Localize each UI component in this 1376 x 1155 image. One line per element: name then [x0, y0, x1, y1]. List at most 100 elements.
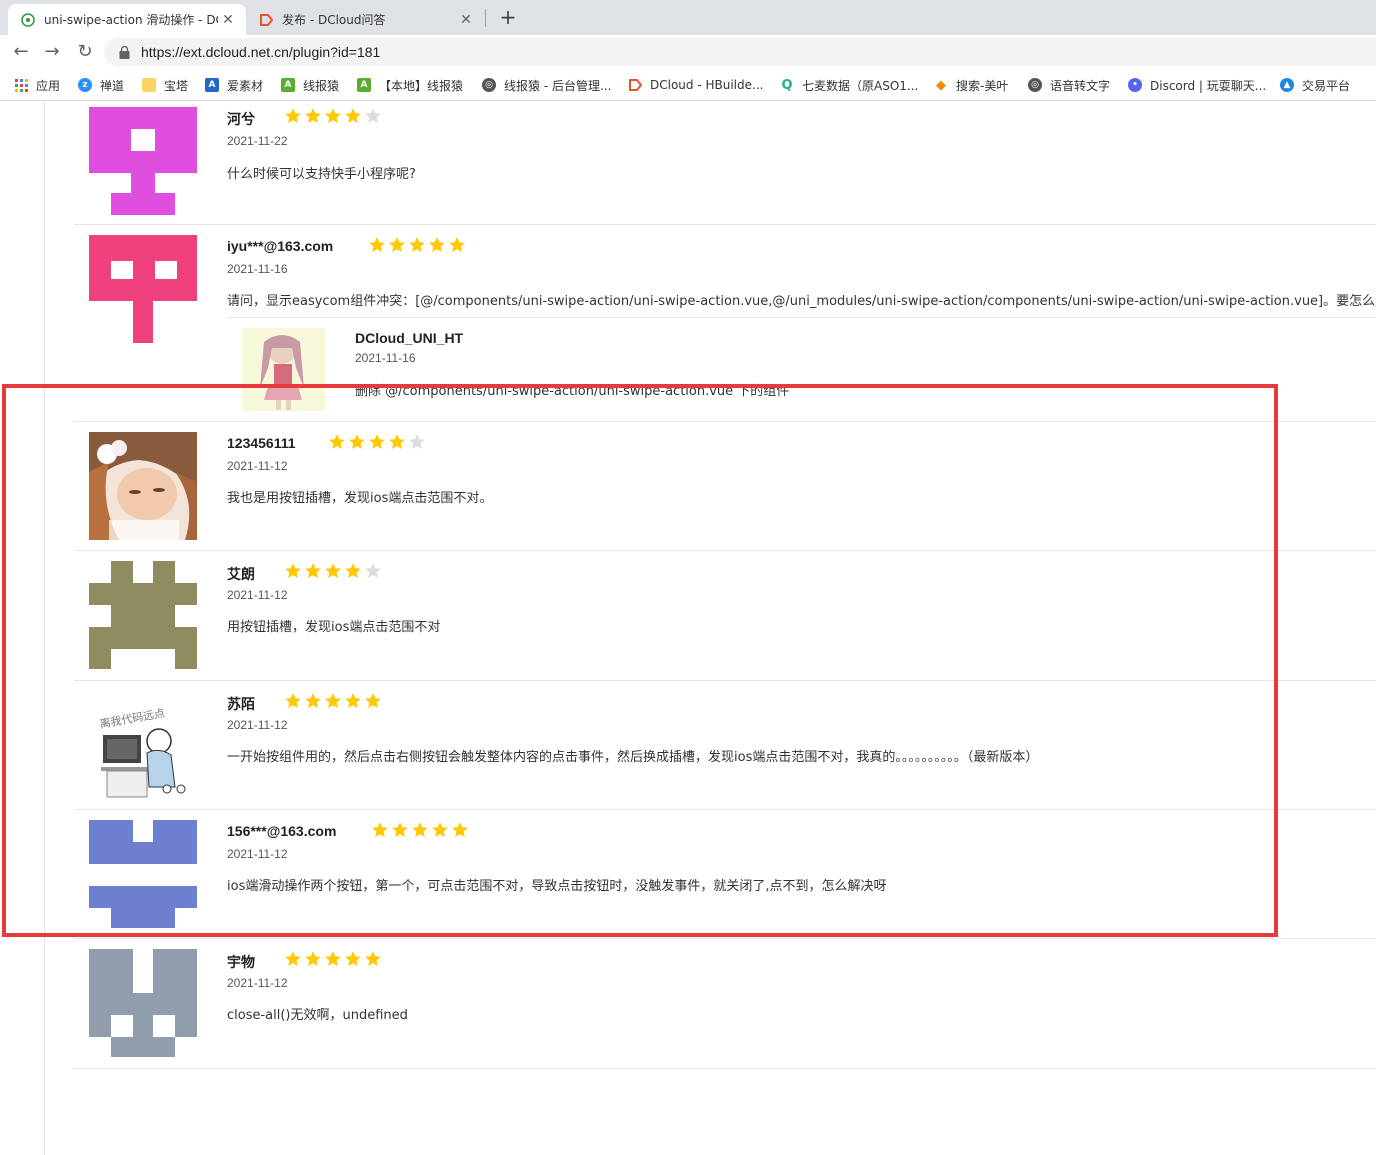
review-item: 123456111 2021-11-12 我也是用按钮插槽，发现ios端点击范围… [74, 422, 1376, 551]
reply-author: DCloud_UNI_HT [355, 330, 464, 346]
star-filled-icon [392, 822, 408, 837]
review-date: 2021-11-12 [227, 976, 288, 990]
star-rating [328, 433, 426, 451]
bookmarks-bar: 应用 z 禅道 宝塔 A 爱素材 A 线报猿 A 【本地】线报猿 ◎ 线报猿 -… [0, 69, 1376, 101]
tab-title: uni-swipe-action 滑动操作 - DC [44, 13, 218, 27]
bookmark-apps[interactable]: 应用 [14, 76, 60, 94]
bookmark-dcloud[interactable]: DCloud - HBuilde... [628, 76, 763, 94]
star-filled-icon [365, 951, 381, 966]
review-text: 什么时候可以支持快手小程序呢? [227, 167, 416, 182]
star-rating [284, 692, 382, 710]
browser-toolbar: ← → ↻ https://ext.dcloud.net.cn/plugin?i… [0, 35, 1376, 69]
close-tab-icon[interactable]: ✕ [218, 12, 238, 28]
dcloud-icon [258, 12, 274, 28]
review-item: 河兮 2021-11-22 什么时候可以支持快手小程序呢? [74, 101, 1376, 225]
review-text: ios端滑动操作两个按钮，第一个，可点击范围不对，导致点击按钮时，没触发事件，就… [227, 879, 887, 894]
bookmark-aisucai[interactable]: A 爱素材 [205, 76, 263, 94]
star-filled-icon [389, 434, 405, 449]
star-filled-icon [325, 108, 341, 123]
avatar [89, 432, 197, 540]
star-filled-icon [305, 951, 321, 966]
address-bar[interactable]: https://ext.dcloud.net.cn/plugin?id=181 [104, 38, 1376, 66]
star-filled-icon [325, 951, 341, 966]
star-filled-icon [285, 108, 301, 123]
star-filled-icon [285, 693, 301, 708]
star-filled-icon [305, 108, 321, 123]
star-filled-icon [409, 237, 425, 252]
discord-icon: • [1128, 78, 1142, 92]
avatar [89, 820, 197, 928]
review-item: 离我代码远点 苏陌 2021-11-12 一开始按组件用的，然后点击右侧按钮会触… [74, 681, 1376, 810]
reviewer-name: 123456111 [227, 435, 296, 451]
star-filled-icon [345, 693, 361, 708]
bookmark-label: 线报猿 [303, 78, 340, 93]
bookmark-meiye[interactable]: ◆ 搜索-美叶 [934, 76, 1008, 94]
bookmark-label: 线报猿 - 后台管理... [504, 78, 612, 93]
bookmark-xianbaoyuan[interactable]: A 线报猿 [281, 76, 339, 94]
url-text: https://ext.dcloud.net.cn/plugin?id=181 [141, 44, 381, 60]
review-date: 2021-11-12 [227, 459, 288, 473]
star-rating [284, 107, 382, 125]
reviewer-name: 宇物 [227, 954, 255, 970]
review-item: 艾朗 2021-11-12 用按钮插槽，发现ios端点击范围不对 [74, 551, 1376, 681]
chandao-icon: z [78, 78, 92, 92]
bookmark-admin[interactable]: ◎ 线报猿 - 后台管理... [482, 76, 611, 94]
review-item: 156***@163.com 2021-11-12 ios端滑动操作两个按钮，第… [74, 810, 1376, 939]
bookmark-speech[interactable]: ◎ 语音转文字 [1028, 76, 1110, 94]
tab-title: 发布 - DCloud问答 [282, 13, 386, 27]
star-filled-icon [285, 951, 301, 966]
star-filled-icon [429, 237, 445, 252]
diamond-icon: ◆ [936, 77, 946, 93]
review-item: 宇物 2021-11-12 close-all()无效啊，undefined [74, 939, 1376, 1069]
review-text: 请问，显示easycom组件冲突：[@/components/uni-swipe… [227, 294, 1376, 309]
bookmark-label: 搜索-美叶 [956, 78, 1009, 93]
bookmark-trade[interactable]: ▲ 交易平台 [1280, 76, 1350, 94]
reviewer-name: 苏陌 [227, 696, 255, 712]
reply-avatar [242, 328, 325, 411]
reviewer-name: iyu***@163.com [227, 238, 334, 254]
tab-uni-swipe-action[interactable]: uni-swipe-action 滑动操作 - DC ✕ [8, 4, 246, 35]
bookmark-label: 应用 [36, 78, 61, 93]
globe-icon: ◎ [482, 78, 496, 92]
star-empty-icon [365, 563, 381, 578]
star-filled-icon [365, 693, 381, 708]
reviewer-name: 河兮 [227, 111, 255, 127]
review-text: close-all()无效啊，undefined [227, 1008, 408, 1023]
star-filled-icon [345, 563, 361, 578]
left-divider [44, 101, 45, 1155]
reviewer-name: 艾朗 [227, 566, 255, 582]
api-icon: A [357, 78, 371, 92]
lock-icon [119, 45, 131, 59]
star-rating [368, 236, 466, 254]
forward-arrow-icon[interactable]: → [40, 40, 64, 64]
reload-icon[interactable]: ↻ [73, 40, 97, 64]
bookmark-discord[interactable]: • Discord | 玩耍聊天... [1128, 76, 1266, 94]
avatar [89, 107, 197, 215]
review-item: iyu***@163.com 2021-11-16 请问，显示easycom组件… [74, 225, 1376, 422]
back-arrow-icon[interactable]: ← [9, 40, 33, 64]
bookmark-label: 交易平台 [1302, 78, 1351, 93]
apps-grid-icon [14, 78, 28, 92]
avatar [89, 561, 197, 669]
close-tab-icon[interactable]: ✕ [456, 12, 476, 28]
review-text: 我也是用按钮插槽，发现ios端点击范围不对。 [227, 491, 493, 506]
bookmark-chandao[interactable]: z 禅道 [78, 76, 124, 94]
bookmark-qimai[interactable]: Q 七麦数据（原ASO1... [780, 76, 918, 94]
star-filled-icon [389, 237, 405, 252]
tab-dcloud-qa[interactable]: 发布 - DCloud问答 ✕ [248, 4, 484, 35]
reply-text: 删除 @/components/uni-swipe-action/uni-swi… [355, 384, 790, 399]
trade-icon: ▲ [1280, 78, 1294, 92]
star-filled-icon [325, 563, 341, 578]
star-filled-icon [325, 693, 341, 708]
review-date: 2021-11-16 [227, 262, 288, 276]
new-tab-button[interactable]: + [497, 6, 519, 28]
bookmark-label: 语音转文字 [1050, 78, 1111, 93]
star-filled-icon [285, 563, 301, 578]
page-viewport: 河兮 2021-11-22 什么时候可以支持快手小程序呢? iyu***@163… [0, 101, 1376, 1155]
star-filled-icon [412, 822, 428, 837]
star-empty-icon [409, 434, 425, 449]
star-filled-icon [349, 434, 365, 449]
bookmark-local-xianbaoyuan[interactable]: A 【本地】线报猿 [357, 76, 463, 94]
tab-strip: uni-swipe-action 滑动操作 - DC ✕ 发布 - DCloud… [0, 0, 1376, 35]
bookmark-baota[interactable]: 宝塔 [142, 76, 188, 94]
